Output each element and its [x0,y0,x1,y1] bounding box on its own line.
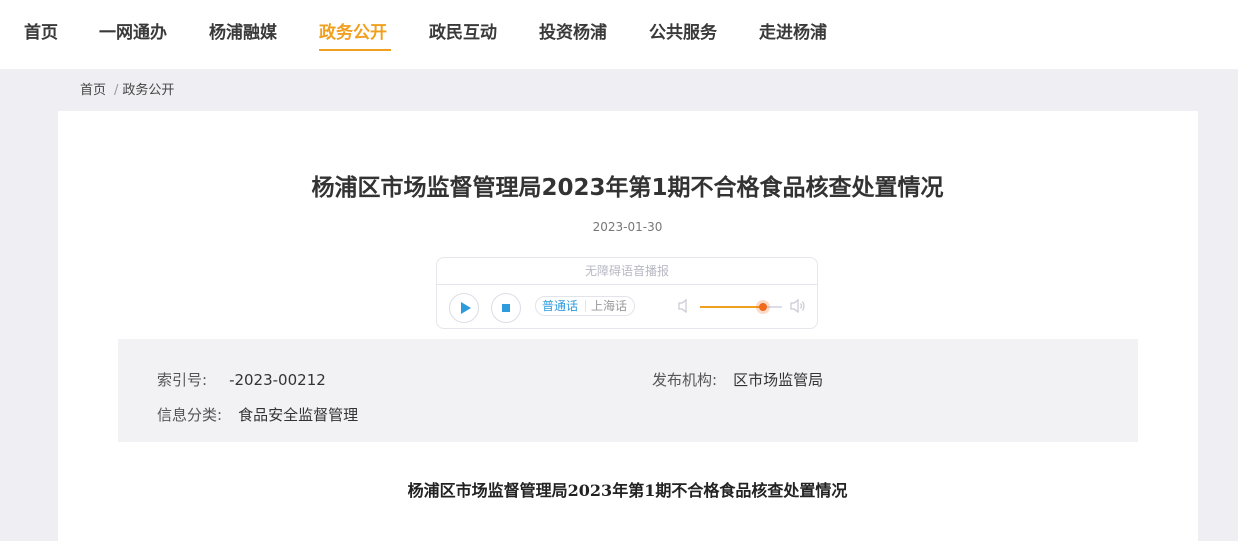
player-header: 无障碍语音播报 [437,258,817,285]
meta-category: 信息分类: 食品安全监督管理 [157,404,358,425]
nav-item-public-service[interactable]: 公共服务 [649,19,717,47]
nav-item-one-network[interactable]: 一网通办 [99,19,167,47]
meta-publisher: 发布机构: 区市场监管局 [652,369,823,390]
breadcrumb: 首页 / 政务公开 [80,80,174,102]
nav-item-home[interactable]: 首页 [24,19,58,47]
breadcrumb-home[interactable]: 首页 [80,83,106,98]
audio-player: 无障碍语音播报 普通话 上海话 [436,257,818,329]
nav-item-interaction[interactable]: 政民互动 [429,19,497,47]
meta-publisher-label: 发布机构: [652,371,718,389]
nav-item-yangpu-media[interactable]: 杨浦融媒 [209,19,277,47]
meta-index-value: -2023-00212 [229,371,326,389]
article-title: 杨浦区市场监督管理局2023年第1期不合格食品核查处置情况 [311,175,944,201]
meta-category-label: 信息分类: [157,406,223,424]
stop-icon [502,304,510,312]
language-shanghainese[interactable]: 上海话 [591,297,627,315]
article-metadata: 索引号: -2023-00212 发布机构: 区市场监管局 信息分类: 食品安全监督管… [118,339,1138,442]
nav-item-invest[interactable]: 投资杨浦 [539,19,607,47]
play-button[interactable] [449,293,479,323]
volume-slider-fill [700,306,764,308]
language-mandarin[interactable]: 普通话 [542,297,578,315]
stop-button[interactable] [491,293,521,323]
language-switch: 普通话 上海话 [535,296,635,316]
language-divider [585,300,586,312]
volume-slider[interactable] [700,303,782,311]
volume-slider-handle[interactable] [759,303,768,311]
nav-item-about[interactable]: 走进杨浦 [759,19,827,47]
play-icon [461,302,471,314]
meta-publisher-value: 区市场监管局 [733,371,824,389]
nav-item-gov-affairs[interactable]: 政务公开 [319,19,387,47]
article-body-title: 杨浦区市场监督管理局2023年第1期不合格食品核查处置情况 [407,481,848,500]
meta-index-label: 索引号: [157,371,208,389]
volume-high-icon[interactable] [789,298,807,314]
meta-category-value: 食品安全监督管理 [238,406,359,424]
breadcrumb-separator: / [114,83,119,98]
top-navigation: 首页 一网通办 杨浦融媒 政务公开 政民互动 投资杨浦 公共服务 走进杨浦 [0,0,1238,69]
nav-active-indicator [319,49,391,51]
article-date: 2023-01-30 [592,220,663,234]
breadcrumb-current[interactable]: 政务公开 [122,83,174,98]
volume-low-icon[interactable] [677,298,691,314]
meta-index: 索引号: -2023-00212 [157,369,326,390]
